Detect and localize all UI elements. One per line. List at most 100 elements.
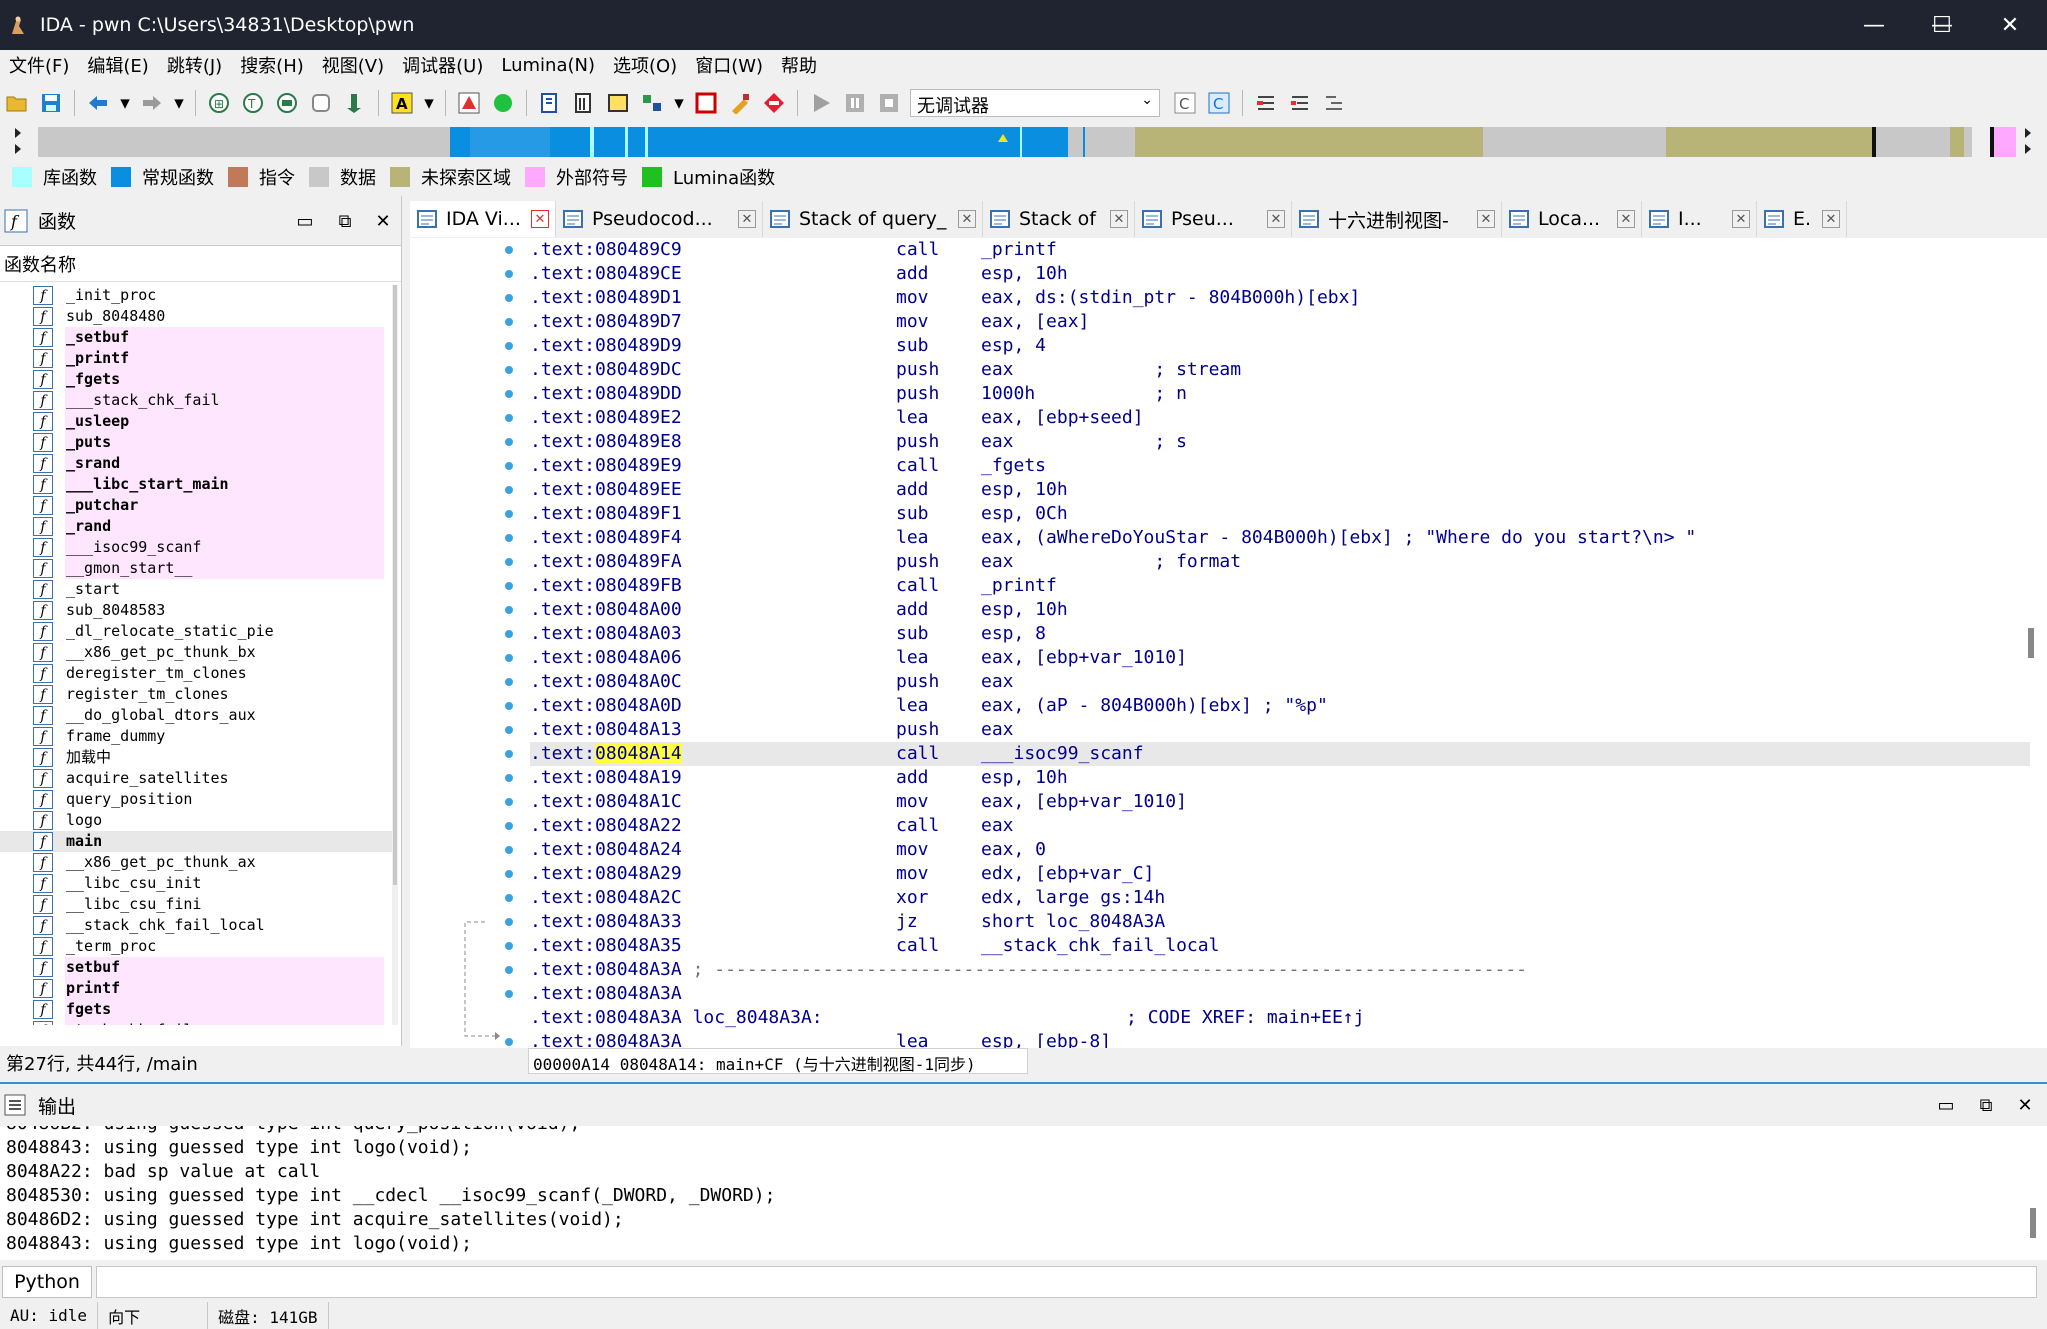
function-list-item[interactable]: f _srand: [0, 453, 392, 474]
function-list-item[interactable]: f 加载中: [0, 747, 392, 768]
scrollbar-thumb[interactable]: [2028, 628, 2034, 658]
close-tab-icon[interactable]: ✕: [1477, 210, 1495, 228]
disassembly-line[interactable]: .text:080489F4 lea eax, (aWhereDoYouStar -…: [530, 526, 2030, 550]
disassembly-line[interactable]: .text:080489EE add esp, 10h: [530, 478, 2030, 502]
function-list-item[interactable]: f frame_dummy: [0, 726, 392, 747]
menu-lumina[interactable]: Lumina(N): [492, 55, 604, 76]
disassembly-line[interactable]: .text:080489D9 sub esp, 4: [530, 334, 2030, 358]
tab-4[interactable]: Pseu... ✕: [1135, 201, 1292, 237]
function-list-item[interactable]: f ___libc_start_main: [0, 474, 392, 495]
disassembly-line[interactable]: .text:08048A22 call eax: [530, 814, 2030, 838]
function-list-item[interactable]: f sub_8048480: [0, 306, 392, 327]
close-tab-icon[interactable]: ✕: [1822, 210, 1840, 228]
tab-8[interactable]: E... ✕: [1757, 201, 1847, 237]
function-list-item[interactable]: f acquire_satellites: [0, 768, 392, 789]
disassembly-line[interactable]: .text:08048A3A ; -----------------------…: [530, 958, 2030, 982]
debug-c-active-icon[interactable]: C: [1206, 90, 1232, 116]
list-view-icon[interactable]: [1253, 90, 1279, 116]
maximize-pane-icon[interactable]: ▭: [294, 210, 316, 232]
debug-c-icon[interactable]: C: [1172, 90, 1198, 116]
disassembly-line[interactable]: .text:08048A19 add esp, 10h: [530, 766, 2030, 790]
disassembly-line[interactable]: .text:080489FA push eax ; format: [530, 550, 2030, 574]
function-list-item[interactable]: f _putchar: [0, 495, 392, 516]
disassembly-line[interactable]: .text:080489FB call _printf: [530, 574, 2030, 598]
disassembly-line[interactable]: .text:08048A3A: [530, 982, 2030, 1006]
navigation-band[interactable]: [0, 124, 2047, 160]
python-button[interactable]: Python: [2, 1266, 92, 1298]
close-tab-icon[interactable]: ✕: [958, 210, 976, 228]
stop-icon[interactable]: [876, 90, 902, 116]
back-arrow-icon[interactable]: [85, 90, 111, 116]
tab-6[interactable]: Loca... ✕: [1502, 201, 1642, 237]
close-tab-icon[interactable]: ✕: [1617, 210, 1635, 228]
menu-edit[interactable]: 编辑(E): [78, 52, 157, 78]
text-color-icon[interactable]: A: [389, 90, 415, 116]
disassembly-line[interactable]: .text:080489D1 mov eax, ds:(stdin_ptr - 80…: [530, 286, 2030, 310]
disassembly-line[interactable]: .text:08048A2C xor edx, large gs:14h: [530, 886, 2030, 910]
function-list-item[interactable]: f logo: [0, 810, 392, 831]
tab-1[interactable]: Pseudocod... ✕: [556, 201, 763, 237]
disassembly-line[interactable]: .text:08048A00 add esp, 10h: [530, 598, 2030, 622]
disassembly-line[interactable]: .text:08048A3A loc_8048A3A: ; CODE XREF:…: [530, 1006, 2030, 1030]
close-button[interactable]: ✕: [1976, 0, 2044, 50]
float-pane-icon[interactable]: ⧉: [1975, 1094, 1997, 1116]
text-color-dropdown-icon[interactable]: ▾: [423, 90, 435, 116]
data-icon[interactable]: [274, 90, 300, 116]
disassembly-line[interactable]: .text:08048A0C push eax: [530, 670, 2030, 694]
menu-search[interactable]: 搜索(H): [231, 52, 313, 78]
functions-scrollbar[interactable]: [392, 285, 398, 1025]
disassembly-view[interactable]: .text:080489C9 call _printf .text:080489CE a…: [410, 238, 2047, 1048]
close-pane-icon[interactable]: ✕: [2014, 1094, 2036, 1116]
close-tab-icon[interactable]: ✕: [738, 210, 756, 228]
save-icon[interactable]: [38, 90, 64, 116]
function-list-item[interactable]: f fgets: [0, 999, 392, 1020]
enums-icon[interactable]: [605, 90, 631, 116]
disassembly-line[interactable]: .text:08048A0D lea eax, (aP - 804B000h)[eb…: [530, 694, 2030, 718]
disassembly-line[interactable]: .text:080489E9 call _fgets: [530, 454, 2030, 478]
disassembly-line[interactable]: .text:08048A3A lea esp, [ebp-8]: [530, 1030, 2030, 1048]
function-list-item[interactable]: f __libc_csu_init: [0, 873, 392, 894]
menu-window[interactable]: 窗口(W): [686, 52, 772, 78]
close-tab-icon[interactable]: ✕: [1732, 210, 1750, 228]
function-list-item[interactable]: f setbuf: [0, 957, 392, 978]
minimize-button-2[interactable]: —: [1840, 0, 1908, 50]
breakpoint-icon[interactable]: [693, 90, 719, 116]
function-list-item[interactable]: f _rand: [0, 516, 392, 537]
function-list-item[interactable]: f _init_proc: [0, 285, 392, 306]
disassembly-line[interactable]: .text:080489C9 call _printf: [530, 238, 2030, 262]
disassembly-line[interactable]: .text:08048A13 push eax: [530, 718, 2030, 742]
menu-options[interactable]: 选项(O): [604, 52, 686, 78]
patch-icon[interactable]: [727, 90, 753, 116]
create-function-icon[interactable]: ⊞: [206, 90, 232, 116]
function-list-item[interactable]: f __libc_csu_fini: [0, 894, 392, 915]
disassembly-line[interactable]: .text:080489E2 lea eax, [ebp+seed]: [530, 406, 2030, 430]
function-list-item[interactable]: f stack_chk_fail: [0, 1020, 392, 1025]
disassembly-line[interactable]: .text:08048A1C mov eax, [ebp+var_1010]: [530, 790, 2030, 814]
disassembly-line[interactable]: .text:080489F1 sub esp, 0Ch: [530, 502, 2030, 526]
function-list-item[interactable]: f sub_8048583: [0, 600, 392, 621]
text-icon[interactable]: T: [240, 90, 266, 116]
disassembly-line[interactable]: .text:08048A29 mov edx, [ebp+var_C]: [530, 862, 2030, 886]
function-list-item[interactable]: f _term_proc: [0, 936, 392, 957]
function-list-item[interactable]: f _start: [0, 579, 392, 600]
menu-debugger[interactable]: 调试器(U): [393, 52, 492, 78]
undefine-icon[interactable]: [308, 90, 334, 116]
forward-dropdown-icon[interactable]: ▾: [173, 90, 185, 116]
disassembly-line[interactable]: .text:080489DD push 1000h ; n: [530, 382, 2030, 406]
disassembly-line[interactable]: .text:080489CE add esp, 10h: [530, 262, 2030, 286]
function-list-item[interactable]: f printf: [0, 978, 392, 999]
segments-icon[interactable]: [639, 90, 665, 116]
stop-sign-icon[interactable]: [761, 90, 787, 116]
function-list-item[interactable]: f ___stack_chk_fail: [0, 390, 392, 411]
scrollbar-thumb[interactable]: [2030, 1208, 2036, 1238]
menu-help[interactable]: 帮助: [772, 52, 826, 78]
function-list-item[interactable]: f __gmon_start__: [0, 558, 392, 579]
function-list-item[interactable]: f main: [0, 831, 392, 852]
menu-file[interactable]: 文件(F): [0, 52, 78, 78]
menu-view[interactable]: 视图(V): [313, 52, 393, 78]
play-icon[interactable]: [808, 90, 834, 116]
segments-dropdown-icon[interactable]: ▾: [673, 90, 685, 116]
function-name-column-header[interactable]: 函数名称: [0, 246, 401, 282]
close-tab-icon[interactable]: ✕: [1110, 210, 1128, 228]
run-green-icon[interactable]: [490, 90, 516, 116]
